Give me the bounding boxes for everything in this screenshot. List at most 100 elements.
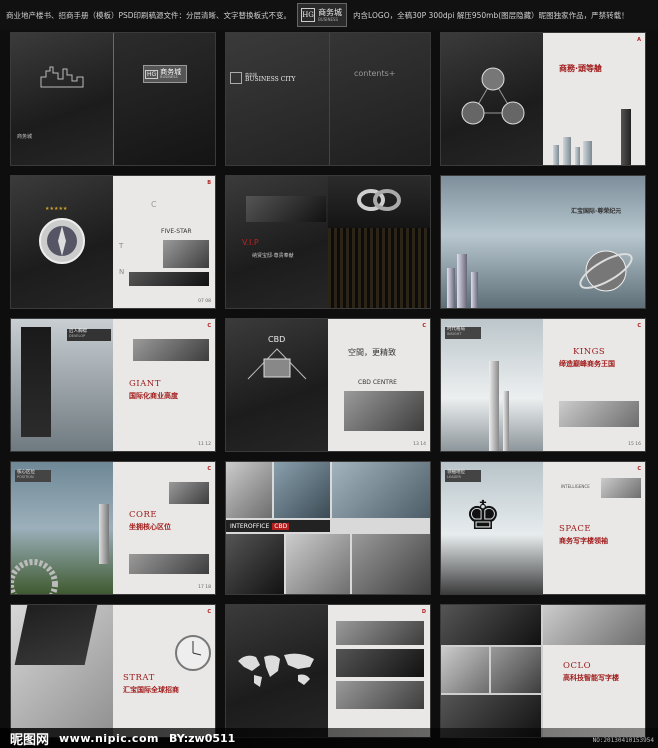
section-tag: D: [421, 609, 426, 615]
spread-vip[interactable]: V.I.P 纳贤宝邸·尊贵奉献: [225, 175, 431, 309]
contents-title: contents+: [354, 69, 396, 78]
street-photo: [129, 554, 209, 574]
header-right-text: 内含LOGO，全稿30P 300dpi 解压950mb(图层隐藏）昵图独家作品，…: [353, 10, 629, 20]
page-title: 空間，更精致: [348, 348, 396, 357]
spread-first-class[interactable]: A 商務·頭等艙: [440, 32, 646, 166]
city-photo: [133, 339, 209, 361]
handshake-photo: [352, 534, 430, 594]
spread-five-star[interactable]: ★★★★★ B C FIVE-STAR T N 07 08: [10, 175, 216, 309]
collage-page: [441, 605, 543, 737]
page-title: 汇宝国际·尊荣纪元: [571, 208, 622, 215]
core-page: C CORE 坐拥核心区位 17 18: [113, 462, 215, 594]
interoffice-title: INTEROFFICE: [230, 522, 270, 530]
page-numbers: 11 12: [198, 442, 211, 448]
spread-contents[interactable]: 商务城 BUSINESS CITY contents+: [225, 32, 431, 166]
sky-globe-page: 汇宝国际·尊荣纪元: [441, 176, 645, 308]
products-photo: [246, 196, 326, 222]
first-class-page: A 商務·頭等艙: [543, 33, 645, 165]
cbd-centre: CBD CENTRE: [358, 379, 397, 386]
kings-page: C KINGS 缔造巅峰商务王国 15 16: [543, 319, 645, 451]
section-label-en: DEVELOP: [69, 333, 86, 338]
heading-en: OCLO: [563, 661, 592, 671]
buildings-page: D: [328, 605, 430, 737]
stars-icon: ★★★★★: [45, 206, 68, 212]
tower-field-page: 核心区位 POSITION: [11, 462, 113, 594]
intelligence-label: INTELLIGENCE: [561, 484, 590, 489]
cover-logo: HG 商务城 BUSINESS: [143, 65, 187, 83]
sphere-diagram-icon: [461, 67, 525, 125]
interoffice-banner: INTEROFFICE CBD: [226, 520, 330, 532]
contents-logo: 商务城 BUSINESS CITY: [230, 71, 320, 85]
letter-n: N: [119, 268, 125, 276]
spread-space[interactable]: 领袖地位 LEADER ♚ C INTELLIGENCE SPACE 商务写字楼…: [440, 461, 646, 595]
cbd-page: CBD: [226, 319, 328, 451]
building: [447, 268, 455, 308]
page-numbers: 15 16: [628, 442, 641, 448]
cityscape-photo: [336, 621, 424, 645]
spread-cbd[interactable]: CBD C 空間，更精致 CBD CENTRE 13 14: [225, 318, 431, 452]
chess-page: 领袖地位 LEADER ♚: [441, 462, 543, 594]
spread-glory[interactable]: 汇宝国际·尊荣纪元: [440, 175, 646, 309]
spread-core[interactable]: 核心区位 POSITION C CORE 坐拥核心区位 17 18: [10, 461, 216, 595]
section-tag: C: [207, 466, 211, 472]
spread-cover[interactable]: 商务城 HG 商务城 BUSINESS: [10, 32, 216, 166]
cbd-badge: CBD: [272, 522, 290, 530]
section-label-en: POSITION: [17, 474, 34, 479]
watermark-site-cn: 昵图网: [10, 732, 50, 748]
heading-en: CORE: [129, 510, 158, 520]
businessman-figure: [21, 327, 51, 437]
heading-cn: 国际化商业高度: [129, 392, 178, 400]
spread-oclo[interactable]: OCLO 高科技智能写字楼: [440, 604, 646, 738]
spread-global[interactable]: D: [225, 604, 431, 738]
back-cover: 商务城: [11, 33, 113, 165]
building: [457, 254, 467, 308]
spread-kings[interactable]: 时代格局 INSIGHT C KINGS 缔造巅峰商务王国 15 16: [440, 318, 646, 452]
back-cover-name: 商务城: [17, 134, 33, 140]
front-cover: HG 商务城 BUSINESS: [113, 33, 215, 165]
section-label: 领袖地位 LEADER: [445, 470, 481, 482]
laptop-photo: [491, 647, 541, 693]
section-label-en: INSIGHT: [447, 331, 462, 336]
city-lights: [328, 228, 430, 308]
section-tag: C: [207, 323, 211, 329]
space-page: C INTELLIGENCE SPACE 商务写字楼领袖: [543, 462, 645, 594]
section-label: 启人胸襟 DEVELOP: [67, 329, 111, 341]
section-tag: C: [637, 466, 641, 472]
glass-sphere-photo: [543, 605, 645, 645]
building: [583, 141, 592, 165]
compass-page: ★★★★★: [11, 176, 113, 308]
spread-interoffice[interactable]: INTEROFFICE CBD: [225, 461, 431, 595]
contents-page: 商务城 BUSINESS CITY contents+: [226, 33, 430, 165]
page-numbers: 17 18: [198, 585, 211, 591]
cover-en: BUSINESS: [160, 74, 178, 79]
section-tag: C: [422, 323, 426, 329]
tower: [99, 504, 109, 564]
logo-mark: HG: [301, 8, 316, 22]
building: [471, 272, 478, 308]
spread-giant[interactable]: 启人胸襟 DEVELOP C GIANT 国际化商业高度 11 12: [10, 318, 216, 452]
night-city-page: [328, 176, 430, 308]
gear-sculpture-icon: [11, 559, 58, 594]
header-logo: HG 商务城 BUSINESS: [297, 3, 348, 27]
logo-en: BUSINESS: [318, 16, 339, 22]
harbor-photo: [336, 681, 424, 709]
heading-en: SPACE: [559, 524, 592, 534]
frame-collage-icon: [247, 348, 307, 380]
handshake-page: [11, 605, 113, 737]
heading-cn: 商务写字楼领袖: [559, 537, 608, 545]
heading-en: KINGS: [573, 347, 606, 357]
building: [563, 137, 571, 165]
aerial-photo: [169, 482, 209, 504]
model-photo: [601, 478, 641, 498]
vip-page: V.I.P 纳贤宝邸·尊贵奉献: [226, 176, 328, 308]
watermark-bar: 昵图网 www.nipic.com BY:zw0511: [0, 728, 658, 748]
tower: [621, 109, 631, 165]
section-label: 时代格局 INSIGHT: [445, 327, 481, 339]
spread-strat[interactable]: C STRAT 汇宝国际全球招商: [10, 604, 216, 738]
building: [553, 145, 559, 165]
oclo-page: OCLO 高科技智能写字楼: [543, 605, 645, 737]
clock-icon: [175, 635, 211, 671]
section-tag: C: [637, 323, 641, 329]
cover-spine: [113, 33, 114, 165]
businessman-page: 启人胸襟 DEVELOP: [11, 319, 113, 451]
